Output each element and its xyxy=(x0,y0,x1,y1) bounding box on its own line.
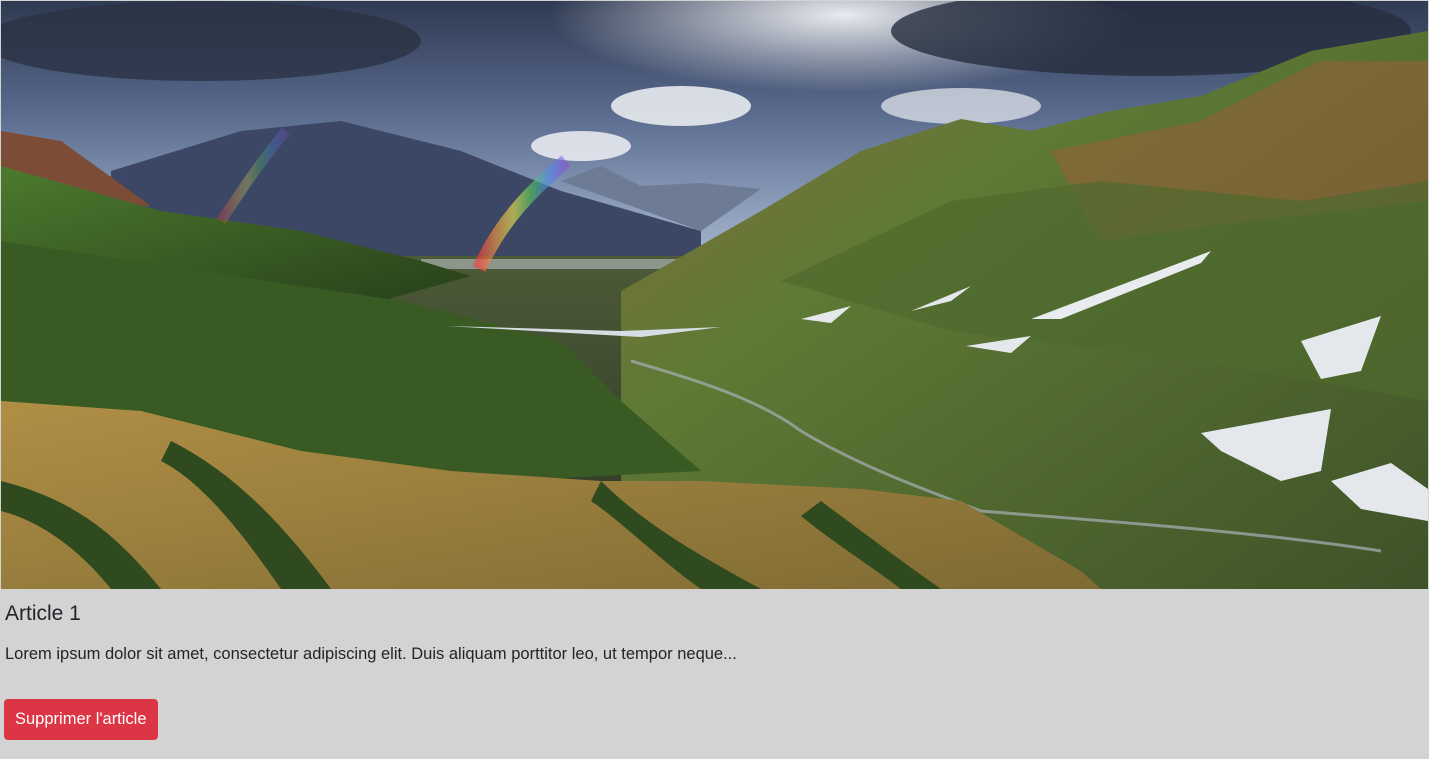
article-image xyxy=(1,1,1428,589)
delete-article-button[interactable]: Supprimer l'article xyxy=(4,699,158,740)
article-excerpt: Lorem ipsum dolor sit amet, consectetur … xyxy=(5,645,737,663)
article-card: Article 1 Lorem ipsum dolor sit amet, co… xyxy=(0,0,1429,759)
article-title: Article 1 xyxy=(5,602,81,625)
article-body: Article 1 Lorem ipsum dolor sit amet, co… xyxy=(5,600,1405,666)
